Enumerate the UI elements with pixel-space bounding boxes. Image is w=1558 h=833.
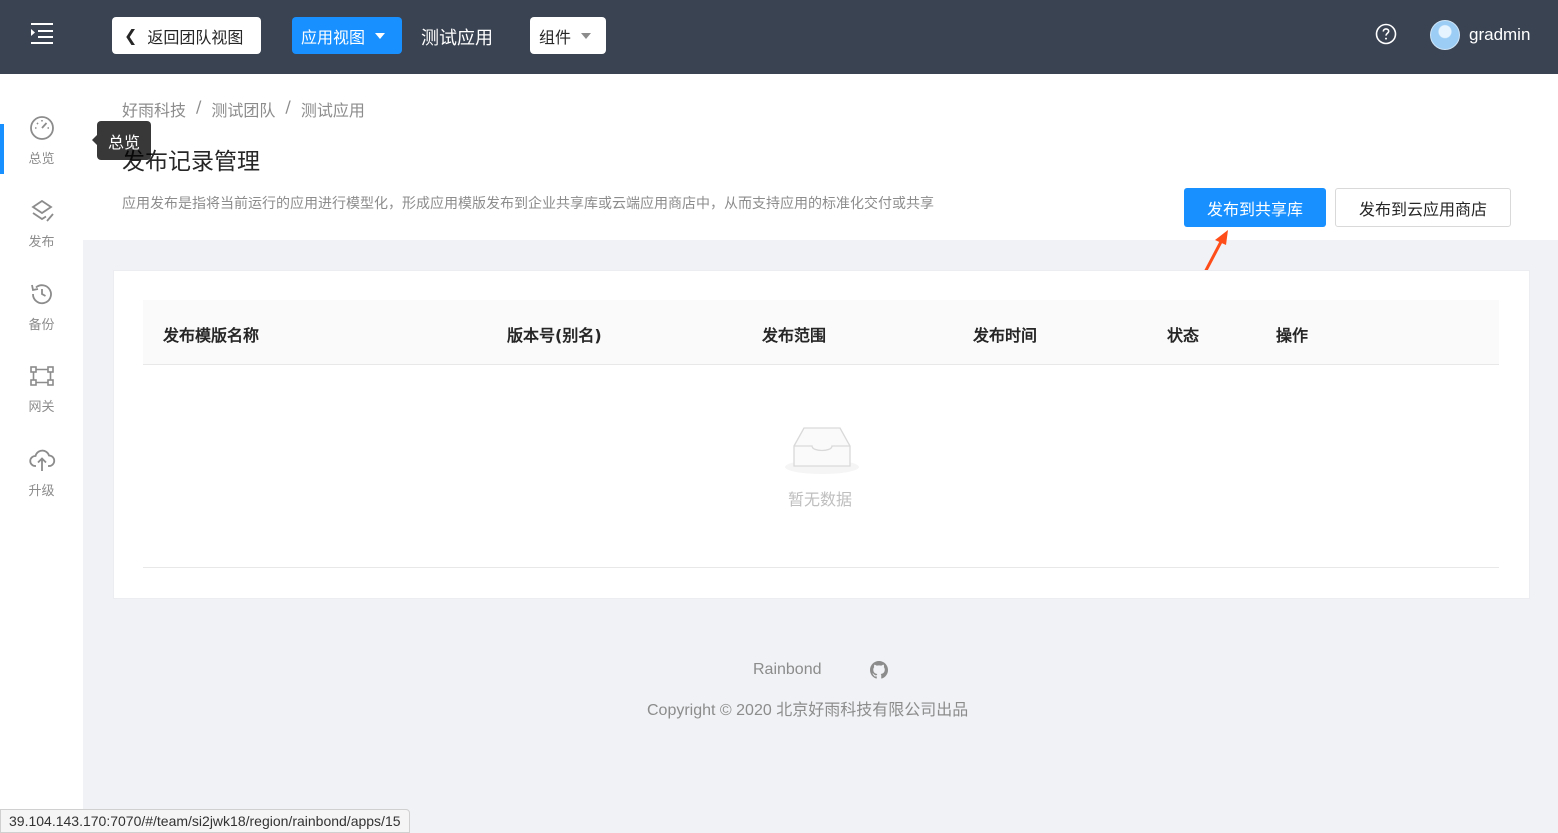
help-icon[interactable] <box>1375 23 1397 45</box>
breadcrumb-item-company[interactable]: 好雨科技 <box>122 97 186 121</box>
app-view-label: 应用视图 <box>301 27 366 47</box>
column-header-template-name: 发布模版名称 <box>163 326 260 345</box>
publish-to-shared-library-button[interactable]: 发布到共享库 <box>1184 188 1326 227</box>
breadcrumb: 好雨科技 / 测试团队 / 测试应用 <box>122 97 375 121</box>
sidebar-item-overview[interactable]: 总览 <box>0 114 83 186</box>
empty-state-text: 暂无数据 <box>788 490 853 509</box>
sidebar-item-gateway[interactable]: 网关 <box>0 362 83 434</box>
table-bottom-divider <box>143 567 1499 568</box>
breadcrumb-separator: / <box>285 97 291 116</box>
caret-down-icon <box>375 32 386 39</box>
app-view-dropdown[interactable]: 应用视图 <box>292 17 402 54</box>
back-to-team-label: 返回团队视图 <box>147 27 244 47</box>
sidebar-item-upgrade[interactable]: 升级 <box>0 446 83 518</box>
breadcrumb-separator: / <box>196 97 202 116</box>
component-label: 组件 <box>539 27 572 47</box>
footer-rainbond-link[interactable]: Rainbond <box>753 661 822 679</box>
status-url: 39.104.143.170:7070/#/team/si2jwk18/regi… <box>0 809 410 833</box>
user-menu[interactable]: gradmin <box>1430 20 1530 50</box>
sidebar-item-label: 总览 <box>28 152 55 167</box>
gateway-icon <box>29 366 54 386</box>
column-header-scope: 发布范围 <box>762 326 827 345</box>
upgrade-icon <box>28 449 55 471</box>
dashboard-icon <box>29 116 54 140</box>
column-header-version: 版本号(别名) <box>507 326 602 345</box>
sidebar-item-label: 网关 <box>28 400 55 415</box>
breadcrumb-item-team[interactable]: 测试团队 <box>211 97 275 121</box>
copyright-text: Copyright © 2020 北京好雨科技有限公司出品 <box>647 702 969 719</box>
footer-links: Rainbond <box>753 661 888 679</box>
backup-icon <box>30 284 52 305</box>
top-header: ❮ 返回团队视图 应用视图 测试应用 组件 gradmin <box>0 0 1558 74</box>
avatar <box>1430 20 1460 50</box>
page-description: 应用发布是指将当前运行的应用进行模型化，形成应用模版发布到企业共享库或云端应用商… <box>122 196 934 212</box>
sidebar-tooltip: 总览 <box>92 121 151 160</box>
empty-inbox-icon <box>785 427 859 474</box>
sidebar-item-label: 发布 <box>28 235 55 250</box>
column-header-time: 发布时间 <box>973 326 1038 345</box>
sidebar-item-publish[interactable]: 发布 <box>0 197 83 269</box>
app-name: 测试应用 <box>421 28 493 49</box>
menu-fold-icon[interactable] <box>28 20 56 46</box>
username: gradmin <box>1469 25 1531 44</box>
sidebar-item-backup[interactable]: 备份 <box>0 280 83 352</box>
component-dropdown[interactable]: 组件 <box>530 17 606 54</box>
publish-to-cloud-store-button[interactable]: 发布到云应用商店 <box>1335 188 1511 227</box>
github-icon[interactable] <box>869 661 888 679</box>
sidebar-item-label: 备份 <box>28 318 55 333</box>
breadcrumb-item-app[interactable]: 测试应用 <box>301 97 365 121</box>
column-header-actions: 操作 <box>1276 326 1309 345</box>
back-to-team-button[interactable]: ❮ 返回团队视图 <box>112 17 261 54</box>
sidebar-item-label: 升级 <box>28 484 55 499</box>
publish-icon <box>30 199 54 222</box>
chevron-left-icon: ❮ <box>124 26 138 45</box>
column-header-status: 状态 <box>1167 326 1200 345</box>
caret-down-icon <box>581 32 592 39</box>
